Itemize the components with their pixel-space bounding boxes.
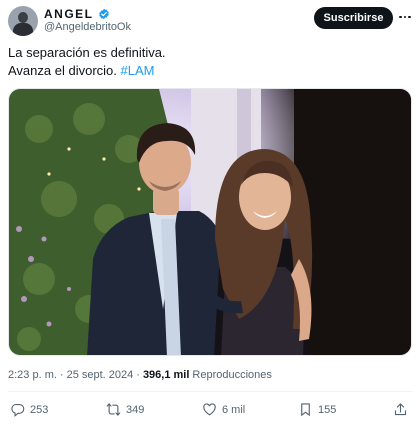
- meta-separator: ·: [59, 369, 64, 381]
- like-count: 6 mil: [222, 403, 246, 416]
- photo-illustration: [9, 89, 411, 355]
- like-button[interactable]: 6 mil: [202, 402, 245, 417]
- subscribe-button[interactable]: Suscribirse: [314, 7, 393, 29]
- views-count: 396,1 mil: [142, 369, 190, 381]
- heart-icon: [203, 403, 216, 416]
- verified-badge-icon: [98, 8, 109, 20]
- repost-count: 349: [126, 403, 145, 416]
- bookmark-icon: [301, 403, 310, 417]
- tweet-text-line-2: Avanza el divorcio. #LAM: [8, 62, 166, 80]
- tweet-text: La separación es definitiva. Avanza el d…: [8, 44, 166, 80]
- tweet-card: ANGEL @AngeldebritoOk Suscribirse La sep…: [0, 0, 420, 427]
- hashtag-link[interactable]: #LAM: [121, 63, 155, 78]
- tweet-photo[interactable]: [8, 88, 412, 356]
- user-name-row[interactable]: ANGEL: [44, 7, 110, 21]
- tweet-text-body: Avanza el divorcio.: [8, 63, 117, 78]
- repost-button[interactable]: 349: [106, 402, 144, 417]
- divider: [8, 391, 412, 392]
- share-button[interactable]: [393, 402, 408, 417]
- reply-icon: [11, 403, 25, 417]
- views-label: Reproducciones: [192, 369, 272, 381]
- bookmark-count: 155: [318, 403, 337, 416]
- share-icon: [394, 403, 407, 416]
- display-name[interactable]: ANGEL: [44, 7, 94, 21]
- tweet-meta: 2:23 p. m. · 25 sept. 2024 · 396,1 mil R…: [8, 369, 272, 381]
- more-options-icon[interactable]: [398, 10, 412, 24]
- repost-icon: [106, 403, 121, 416]
- avatar[interactable]: [8, 6, 38, 36]
- meta-separator-2: ·: [136, 369, 140, 381]
- reply-button[interactable]: 253: [10, 402, 48, 417]
- user-handle[interactable]: @AngeldebritoOk: [44, 21, 131, 33]
- bookmark-button[interactable]: 155: [298, 402, 336, 417]
- post-date[interactable]: 25 sept. 2024: [67, 369, 134, 381]
- action-bar: 253 349 6 mil 155: [0, 402, 420, 420]
- reply-count: 253: [30, 403, 49, 416]
- tweet-text-line-1: La separación es definitiva.: [8, 45, 166, 60]
- post-time[interactable]: 2:23 p. m.: [8, 369, 57, 381]
